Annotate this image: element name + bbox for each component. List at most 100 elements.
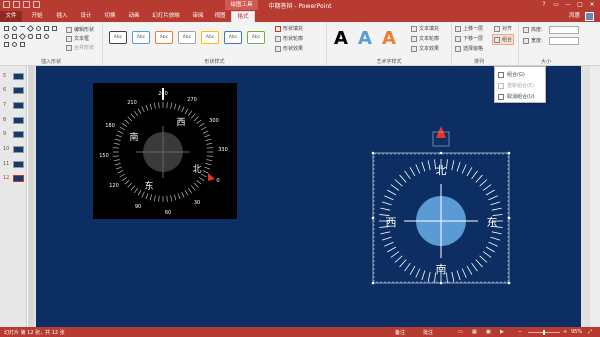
resize-handle-bottom[interactable] xyxy=(439,281,443,285)
slide-thumbnail-7[interactable]: 7 xyxy=(0,101,27,111)
slide-thumbnail-11[interactable]: 11 xyxy=(0,160,27,170)
slide-thumbnail-12[interactable]: 12 xyxy=(0,174,27,184)
close-button[interactable]: ✕ xyxy=(586,0,598,10)
wordart-style-black[interactable]: A xyxy=(334,28,348,49)
send-backward-button[interactable]: 下移一层 xyxy=(455,35,483,42)
callout-shape-icon[interactable] xyxy=(4,42,9,47)
menu-item-regroup: 重新组合(E) xyxy=(498,82,534,89)
resize-handle-top-right[interactable] xyxy=(507,151,511,155)
brace-shape-icon[interactable] xyxy=(20,42,25,47)
tab-review[interactable]: 审阅 xyxy=(188,11,208,22)
align-button[interactable]: 对齐 xyxy=(494,25,512,32)
bracket-shape-icon[interactable] xyxy=(12,34,17,39)
text-box-button[interactable]: 文本框 xyxy=(66,35,89,42)
diamond-shape-icon[interactable] xyxy=(26,24,35,33)
tick-mark xyxy=(491,231,502,235)
text-outline-button[interactable]: 文本轮廓 xyxy=(411,35,439,42)
tick-mark xyxy=(466,265,473,275)
zoom-slider-handle[interactable] xyxy=(543,330,545,335)
shape-style-preset-6[interactable]: Abc xyxy=(224,31,242,44)
tab-insert[interactable]: 插入 xyxy=(52,11,72,22)
wordart-style-blue[interactable]: A xyxy=(358,28,372,49)
text-fill-button[interactable]: 文本填充 xyxy=(411,25,439,32)
tick-mark xyxy=(475,174,483,183)
menu-item-group[interactable]: 组合(G) xyxy=(498,71,525,78)
resize-handle-top-left[interactable] xyxy=(371,151,375,155)
shape-fill-button[interactable]: 形状填充 xyxy=(275,25,303,32)
group-button[interactable]: 组合 xyxy=(492,34,515,45)
avatar[interactable] xyxy=(585,12,594,21)
slide-sorter-icon[interactable]: ▦ xyxy=(472,329,477,335)
edit-shape-button[interactable]: 编辑形状 xyxy=(66,26,94,33)
tab-slideshow[interactable]: 幻灯片放映 xyxy=(147,11,185,22)
resize-handle-top[interactable] xyxy=(439,151,443,155)
comments-button[interactable]: 批注 xyxy=(423,329,433,336)
left-direction-west: 西 xyxy=(176,117,185,128)
fit-to-window-icon[interactable]: ⤢ xyxy=(588,329,592,335)
smiley-shape-icon[interactable] xyxy=(12,42,17,47)
shape-effects-button[interactable]: 形状效果 xyxy=(275,45,303,52)
arc-shape-icon[interactable] xyxy=(4,34,9,39)
width-field[interactable] xyxy=(549,37,579,45)
tab-animations[interactable]: 动画 xyxy=(124,11,144,22)
rectangle-shape-icon[interactable] xyxy=(4,26,9,31)
notes-button[interactable]: 备注 xyxy=(395,329,405,336)
text-effects-button[interactable]: 文本效果 xyxy=(411,45,439,52)
shape-style-preset-1[interactable]: Abc xyxy=(109,31,127,44)
oval-shape-icon[interactable] xyxy=(12,26,17,31)
tab-transitions[interactable]: 切换 xyxy=(100,11,120,22)
send-backward-icon xyxy=(455,35,461,42)
rounded-rect-shape-icon[interactable] xyxy=(28,34,33,39)
resize-handle-bottom-left[interactable] xyxy=(371,281,375,285)
ribbon-display-button[interactable]: ▭ xyxy=(550,0,562,10)
shape-style-preset-4[interactable]: Abc xyxy=(178,31,196,44)
menu-item-ungroup[interactable]: 取消组合(U) xyxy=(498,93,535,100)
vertical-scrollbar[interactable] xyxy=(589,66,600,327)
triangle-shape-icon[interactable] xyxy=(36,34,41,39)
tab-view[interactable]: 视图 xyxy=(210,11,230,22)
line-shape-icon[interactable] xyxy=(20,26,25,31)
tab-format[interactable]: 格式 xyxy=(231,11,255,22)
shape-style-preset-5[interactable]: Abc xyxy=(201,31,219,44)
height-field[interactable] xyxy=(549,26,579,34)
star-shape-icon[interactable] xyxy=(18,32,27,41)
shape-style-preset-3[interactable]: Abc xyxy=(155,31,173,44)
curve-shape-icon[interactable] xyxy=(44,34,49,39)
selection-pane-button[interactable]: 选择窗格 xyxy=(455,45,483,52)
left-degree-330: 330 xyxy=(218,147,228,153)
slide-thumbnail-6[interactable]: 6 xyxy=(0,86,27,96)
left-degree-60: 60 xyxy=(165,210,171,216)
tab-file[interactable]: 文件 xyxy=(0,11,22,22)
tab-home[interactable]: 开始 xyxy=(27,11,47,22)
more-shapes-icon[interactable] xyxy=(52,26,57,31)
zoom-in-icon[interactable]: + xyxy=(563,329,567,335)
reading-view-icon[interactable]: ▣ xyxy=(486,329,491,335)
slideshow-icon[interactable]: ▶ xyxy=(500,329,504,335)
arrow-shape-icon[interactable] xyxy=(44,26,49,31)
shape-style-preset-2[interactable]: Abc xyxy=(132,31,150,44)
text-outline-icon xyxy=(411,35,417,42)
minimize-button[interactable]: — xyxy=(562,0,574,10)
shape-style-preset-7[interactable]: Abc xyxy=(247,31,265,44)
tab-design[interactable]: 设计 xyxy=(76,11,96,22)
bring-forward-button[interactable]: 上移一层 xyxy=(455,25,483,32)
resize-handle-bottom-right[interactable] xyxy=(507,281,511,285)
slide-thumbnail-8[interactable]: 8 xyxy=(0,116,27,126)
circle-shape-icon[interactable] xyxy=(36,26,41,31)
merge-shapes-button[interactable]: 合并形状 xyxy=(66,44,94,51)
wordart-style-orange[interactable]: A xyxy=(382,28,396,49)
resize-handle-right[interactable] xyxy=(507,216,511,220)
tick-mark xyxy=(451,271,455,282)
slide-thumbnail-9[interactable]: 9 xyxy=(0,130,27,140)
normal-view-icon[interactable]: ▭ xyxy=(458,329,463,335)
resize-handle-left[interactable] xyxy=(371,216,375,220)
shape-outline-button[interactable]: 形状轮廓 xyxy=(275,35,303,42)
slide-thumbnail-10[interactable]: 10 xyxy=(0,145,27,155)
user-name[interactable]: 凤惠 xyxy=(569,11,580,22)
slide-12[interactable]: 240 270 300 330 0 30 60 90 120 150 180 2… xyxy=(36,66,581,327)
help-button[interactable]: ? xyxy=(538,0,550,10)
zoom-level[interactable]: 95% xyxy=(571,329,582,335)
slide-thumbnail-5[interactable]: 5 xyxy=(0,72,27,82)
zoom-out-icon[interactable]: − xyxy=(518,329,522,335)
maximize-button[interactable]: □ xyxy=(574,0,586,10)
